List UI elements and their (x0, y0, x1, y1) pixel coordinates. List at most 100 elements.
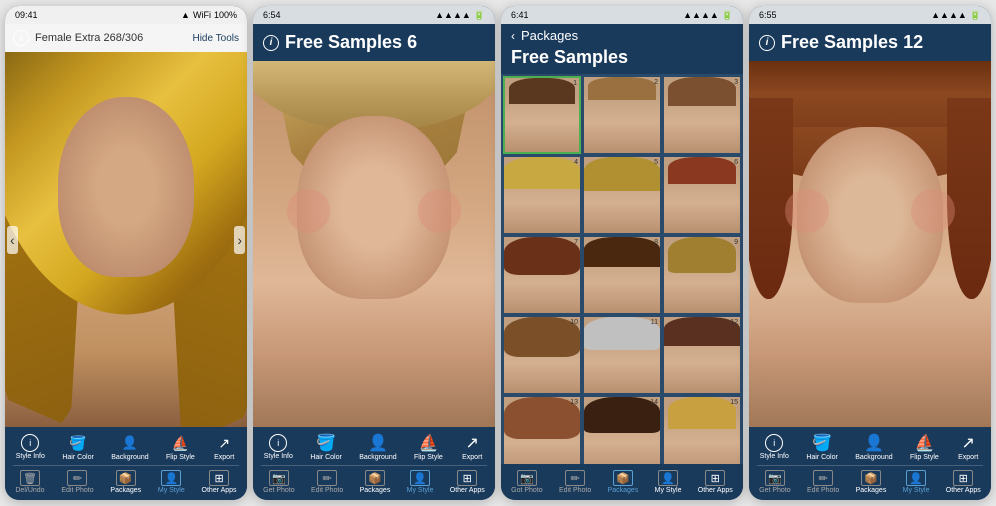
screen2-btn-flipstyle[interactable]: ⛵ Flip Style (414, 433, 443, 461)
screen1-info-icon[interactable]: i (13, 30, 29, 46)
screen4-btn-otherapps[interactable]: ⊞ Other Apps (946, 470, 981, 494)
grid-item-5[interactable]: 5 (583, 156, 661, 234)
screen3-back-icon[interactable]: ‹ (511, 29, 515, 43)
grid-face-13 (504, 397, 580, 464)
screen1-icon-delundo: 🗑 (20, 470, 40, 486)
grid-item-13[interactable]: 13 (503, 396, 581, 464)
screen1-nav-right[interactable]: › (234, 226, 245, 254)
screen1-btn-packages[interactable]: 📦 Packages (110, 470, 141, 494)
screen2-icon-mystyle: 👤 (410, 470, 430, 486)
screen3-btn-editphoto[interactable]: ✏ Edit Photo (559, 470, 591, 494)
screen3-btn-packages[interactable]: 📦 Packages (608, 470, 639, 494)
screen2-label-packages: Packages (360, 487, 391, 494)
screen4-info-icon[interactable]: i (759, 35, 775, 51)
screen4-statusbar: 6:55 ▲▲▲▲ 🔋 (749, 6, 991, 24)
grid-item-9[interactable]: 9 (663, 236, 741, 314)
screen1-btn-editphoto[interactable]: ✏ Edit Photo (61, 470, 93, 494)
grid-item-3[interactable]: 3 (663, 76, 741, 154)
screen4-btn-flipstyle[interactable]: ⛵ Flip Style (910, 433, 939, 461)
screen2-label-editphoto: Edit Photo (311, 487, 343, 494)
screen1-btn-mystyle[interactable]: 👤 My Style (158, 470, 185, 494)
grid-item-8[interactable]: 8 (583, 236, 661, 314)
screen2-label-background: Background (359, 454, 396, 461)
screen4-btn-styleinfo[interactable]: i Style Info (760, 434, 789, 460)
screen1-btn-flipstyle[interactable]: ⛵ Flip Style (166, 433, 195, 461)
grid-num-1: 1 (573, 80, 577, 87)
screen1-label-packages: Packages (110, 487, 141, 494)
screen4-btn-editphoto[interactable]: ✏ Edit Photo (807, 470, 839, 494)
screen4-btn-getphoto[interactable]: 📷 Get Photo (759, 470, 791, 494)
screen2-label-otherapps: Other Apps (450, 487, 485, 494)
screen2-icon-background: 👤 (366, 433, 390, 453)
screen3-btn-mystyle[interactable]: 👤 My Style (655, 470, 682, 494)
screen2-icon-haircolor: 🪣 (314, 433, 338, 453)
screen2-icon-flipstyle: ⛵ (416, 433, 440, 453)
screen1-btn-haircolor[interactable]: 🪣 Hair Color (62, 433, 94, 461)
screen1-hide-tools[interactable]: Hide Tools (192, 33, 239, 44)
screen1-nav-left[interactable]: ‹ (7, 226, 18, 254)
screen4-label-mystyle: My Style (903, 487, 930, 494)
screen1-icon-mystyle: 👤 (161, 470, 181, 486)
screen4-btn-haircolor[interactable]: 🪣 Hair Color (806, 433, 838, 461)
screen1-icon-export: ↗ (212, 433, 236, 453)
grid-item-4[interactable]: 4 (503, 156, 581, 234)
screen4-icon-mystyle: 👤 (906, 470, 926, 486)
screen2-btn-background[interactable]: 👤 Background (359, 433, 396, 461)
grid-hair-7 (504, 237, 580, 275)
screen4-btn-mystyle[interactable]: 👤 My Style (903, 470, 930, 494)
screen3-back-label[interactable]: Packages (521, 28, 578, 43)
screen4-toolbar-bottom-row: 📷 Get Photo ✏ Edit Photo 📦 Packages 👤 My… (751, 468, 989, 496)
screen4-divider (757, 465, 983, 466)
screen1-btn-delundo[interactable]: 🗑 Del/Undo (15, 470, 44, 494)
screen3-btn-otherapps[interactable]: ⊞ Other Apps (698, 470, 733, 494)
screen4-signal: ▲▲▲▲ (931, 10, 967, 20)
screen1-btn-export[interactable]: ↗ Export (212, 433, 236, 461)
grid-hair-1 (509, 78, 576, 104)
screen4-btn-background[interactable]: 👤 Background (855, 433, 892, 461)
grid-num-5: 5 (654, 159, 658, 166)
screen2-btn-editphoto[interactable]: ✏ Edit Photo (311, 470, 343, 494)
screen3-label-packages: Packages (608, 487, 639, 494)
grid-face-9 (664, 237, 740, 313)
screen2-btn-getphoto[interactable]: 📷 Get Photo (263, 470, 295, 494)
screen1-btn-styleinfo[interactable]: i Style Info (16, 434, 45, 460)
grid-num-14: 14 (650, 399, 658, 406)
grid-item-1[interactable]: 1 (503, 76, 581, 154)
grid-hair-9 (668, 237, 736, 273)
screen3-icon-editphoto: ✏ (565, 470, 585, 486)
screen4-btn-export[interactable]: ↗ Export (956, 433, 980, 461)
grid-item-6[interactable]: 6 (663, 156, 741, 234)
grid-hair-13 (504, 397, 580, 439)
screen3-header-title-bar: Free Samples (501, 47, 743, 74)
grid-num-3: 3 (734, 79, 738, 86)
grid-item-11[interactable]: 11 (583, 316, 661, 394)
screen1-btn-otherapps[interactable]: ⊞ Other Apps (202, 470, 237, 494)
screen2-btn-export[interactable]: ↗ Export (460, 433, 484, 461)
screen2-label-styleinfo: Style Info (264, 453, 293, 460)
screen2-info-icon[interactable]: i (263, 35, 279, 51)
screen1-icon-editphoto: ✏ (67, 470, 87, 486)
screen1-label-background: Background (111, 454, 148, 461)
screen3-btn-getphoto[interactable]: 📷 Got Photo (511, 470, 543, 494)
screen2-header: i Free Samples 6 (253, 24, 495, 61)
grid-item-12[interactable]: 12 (663, 316, 741, 394)
grid-hair-15 (668, 397, 736, 429)
screen3: 6:41 ▲▲▲▲ 🔋 ‹ Packages Free Samples (501, 6, 743, 500)
screen2-btn-packages[interactable]: 📦 Packages (360, 470, 391, 494)
screen2-btn-otherapps[interactable]: ⊞ Other Apps (450, 470, 485, 494)
screen4-label-haircolor: Hair Color (806, 454, 838, 461)
screen4-icon-flipstyle: ⛵ (912, 433, 936, 453)
screen2-btn-haircolor[interactable]: 🪣 Hair Color (310, 433, 342, 461)
screen4-btn-packages[interactable]: 📦 Packages (856, 470, 887, 494)
screen1-btn-background[interactable]: 👤 Background (111, 433, 148, 461)
grid-item-2[interactable]: 2 (583, 76, 661, 154)
grid-item-15[interactable]: 15 (663, 396, 741, 464)
grid-item-7[interactable]: 7 (503, 236, 581, 314)
screen2: 6:54 ▲▲▲▲ 🔋 i Free Samples 6 (253, 6, 495, 500)
screen2-btn-mystyle[interactable]: 👤 My Style (407, 470, 434, 494)
screen2-status-icons: ▲▲▲▲ 🔋 (435, 10, 485, 21)
screen2-btn-styleinfo[interactable]: i Style Info (264, 434, 293, 460)
grid-item-14[interactable]: 14 (583, 396, 661, 464)
grid-item-10[interactable]: 10 (503, 316, 581, 394)
grid-hair-6 (668, 157, 736, 184)
